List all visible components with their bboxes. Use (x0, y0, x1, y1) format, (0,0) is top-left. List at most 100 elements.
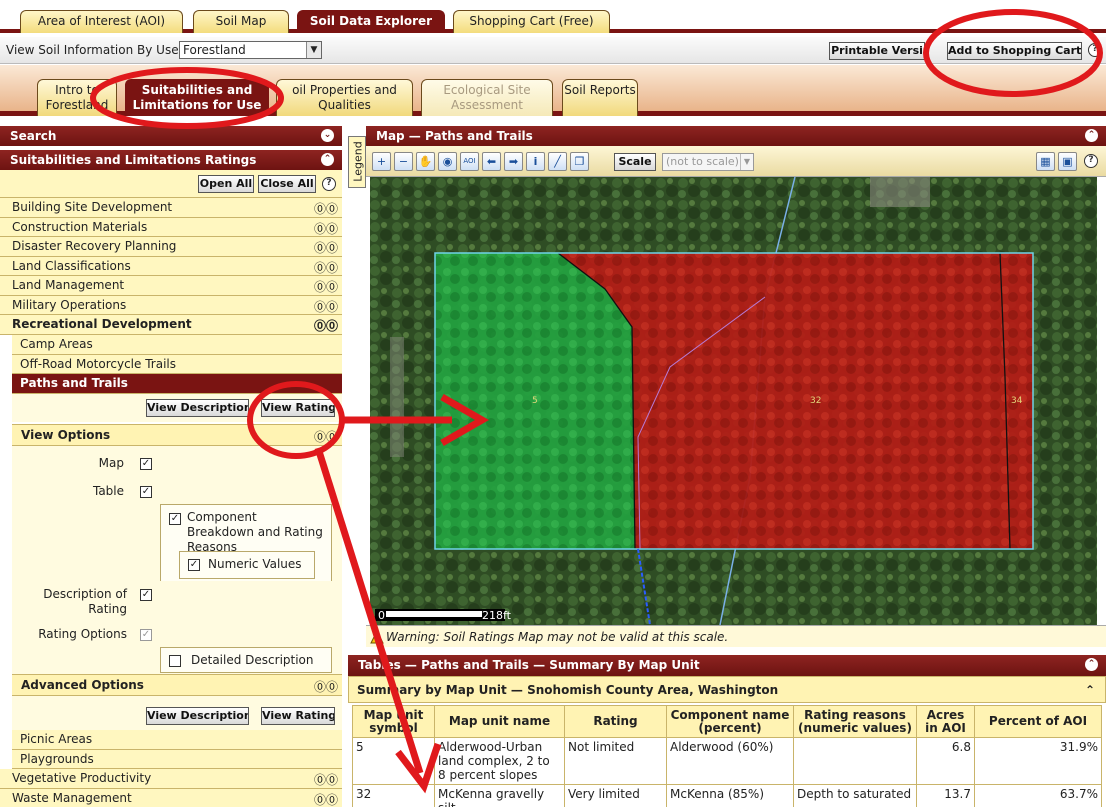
use-select-value: Forestland (183, 43, 246, 57)
tab-intro-forestland[interactable]: Intro to Forestland (37, 79, 117, 116)
category-waste-management[interactable]: Waste Management ⓪⓪ (0, 788, 342, 807)
export-image-icon[interactable]: ▣ (1058, 152, 1077, 171)
category-construction-materials[interactable]: Construction Materials ⓪⓪ (0, 217, 342, 239)
table-checkbox[interactable]: ✓ (140, 486, 152, 498)
help-expand-icon[interactable]: ⓪⓪ (314, 239, 338, 258)
legend-tab[interactable]: Legend (348, 136, 366, 188)
pan-hand-icon[interactable]: ✋ (416, 152, 435, 171)
map-checkbox[interactable]: ✓ (140, 458, 152, 470)
tab-soil-properties[interactable]: oil Properties and Qualities (276, 79, 413, 116)
aoi-icon[interactable]: AOI (460, 152, 479, 171)
category-disaster-recovery[interactable]: Disaster Recovery Planning ⓪⓪ (0, 237, 342, 257)
layout-icon[interactable]: ▦ (1036, 152, 1055, 171)
view-by-bar: View Soil Information By Use: Forestland… (0, 37, 1106, 64)
cell-name[interactable]: Alderwood-Urban land complex, 2 to 8 per… (434, 737, 565, 785)
add-to-cart-button[interactable]: Add to Shopping Cart (947, 42, 1082, 60)
help-expand-icon[interactable]: ⓪⓪ (314, 278, 338, 297)
advanced-options-header[interactable]: Advanced Options ⓪⓪ (12, 674, 342, 696)
chevron-up-icon[interactable]: ⌃ (1085, 129, 1098, 142)
printable-version-button[interactable]: Printable Versi (829, 42, 925, 60)
item-off-road-trails[interactable]: Off-Road Motorcycle Trails (12, 354, 342, 374)
tab-shopping-cart[interactable]: Shopping Cart (Free) (453, 10, 610, 33)
help-icon[interactable]: ? (322, 177, 336, 191)
chevron-down-icon[interactable]: ⌄ (321, 129, 334, 142)
help-expand-icon[interactable]: ⓪⓪ (314, 200, 338, 219)
globe-icon[interactable]: ◉ (438, 152, 457, 171)
help-expand-icon[interactable]: ⓪⓪ (314, 220, 338, 239)
detailed-description-label: Detailed Description (191, 653, 314, 667)
measure-icon[interactable]: ╱ (548, 152, 567, 171)
col-acres: Acres in AOI (916, 705, 975, 738)
collapse-icon[interactable]: ⌃ (1085, 677, 1095, 703)
category-label: Construction Materials (12, 219, 148, 234)
help-collapse-icon[interactable]: ⓪⓪ (314, 317, 338, 336)
chevron-up-icon[interactable]: ⌃ (321, 153, 334, 166)
cell-component: Alderwood (60%) (666, 737, 794, 785)
item-playgrounds[interactable]: Playgrounds (12, 749, 342, 769)
category-label: Land Management (12, 278, 125, 292)
view-description-button[interactable]: View Description (146, 399, 249, 417)
category-label: Military Operations (12, 297, 127, 312)
view-rating-button[interactable]: View Rating (261, 399, 335, 417)
help-collapse-icon[interactable]: ⓪⓪ (314, 428, 338, 445)
help-icon[interactable]: ? (1088, 43, 1102, 57)
ratings-header[interactable]: Suitabilities and Limitations Ratings ⌃ (0, 150, 342, 170)
soil-map-canvas[interactable]: 5 32 34 0 218ft (370, 177, 1097, 625)
back-arrow-icon[interactable]: ⬅ (482, 152, 501, 171)
numeric-values-checkbox[interactable]: ✓ (188, 559, 200, 571)
ratings-header-label: Suitabilities and Limitations Ratings (10, 153, 257, 167)
tab-soil-data-explorer[interactable]: Soil Data Explorer (297, 10, 445, 33)
tab-soil-reports[interactable]: Soil Reports (562, 79, 638, 116)
open-all-button[interactable]: Open All (198, 175, 254, 193)
scale-bar-start: 0 (378, 609, 385, 622)
cell-component: McKenna (85%) (666, 784, 794, 807)
cell-name[interactable]: McKenna gravelly silt (434, 784, 565, 807)
close-all-button[interactable]: Close All (258, 175, 316, 193)
use-select[interactable]: Forestland ▼ (179, 41, 322, 59)
help-expand-icon[interactable]: ⓪⓪ (314, 259, 338, 278)
item-paths-and-trails[interactable]: Paths and Trails (12, 374, 342, 394)
scale-button[interactable]: Scale (614, 153, 656, 171)
col-rating: Rating (564, 705, 667, 738)
help-expand-icon[interactable]: ⓪⓪ (314, 791, 338, 807)
component-breakdown-checkbox[interactable]: ✓ (169, 513, 181, 525)
search-header[interactable]: Search ⌄ (0, 126, 342, 146)
help-expand-icon[interactable]: ⓪⓪ (314, 678, 338, 695)
category-land-management[interactable]: Land Management ⓪⓪ (0, 276, 342, 296)
map-imagery (370, 177, 1097, 625)
info-icon[interactable]: i (526, 152, 545, 171)
item-picnic-areas[interactable]: Picnic Areas (12, 730, 342, 750)
chevron-down-icon[interactable]: ▼ (306, 42, 321, 58)
help-icon[interactable]: ? (1084, 154, 1098, 168)
chevron-up-icon[interactable]: ⌃ (1085, 658, 1098, 671)
forward-arrow-icon[interactable]: ➡ (504, 152, 523, 171)
detailed-description-checkbox[interactable] (169, 655, 181, 667)
view-options-header[interactable]: View Options ⓪⓪ (12, 424, 342, 446)
category-land-classifications[interactable]: Land Classifications ⓪⓪ (0, 256, 342, 278)
tab-soil-map[interactable]: Soil Map (193, 10, 289, 33)
scale-select[interactable]: (not to scale) ▼ (662, 153, 754, 171)
detailed-description-box: Detailed Description (160, 647, 332, 673)
help-expand-icon[interactable]: ⓪⓪ (314, 298, 338, 317)
category-military-operations[interactable]: Military Operations ⓪⓪ (0, 295, 342, 317)
cell-acres: 6.8 (916, 737, 975, 785)
category-recreational-development[interactable]: Recreational Development ⓪⓪ (0, 315, 342, 335)
item-camp-areas[interactable]: Camp Areas (12, 335, 342, 355)
category-vegetative-productivity[interactable]: Vegetative Productivity ⓪⓪ (0, 769, 342, 789)
description-of-rating-checkbox[interactable]: ✓ (140, 589, 152, 601)
zoom-in-icon[interactable]: + (372, 152, 391, 171)
cell-reasons (793, 737, 917, 785)
cell-symbol: 5 (352, 737, 435, 785)
help-expand-icon[interactable]: ⓪⓪ (314, 771, 338, 790)
map-warning-bar: ! Warning: Soil Ratings Map may not be v… (366, 625, 1106, 647)
view-rating-button-bottom[interactable]: View Rating (261, 707, 335, 725)
copy-icon[interactable]: ❐ (570, 152, 589, 171)
zoom-out-icon[interactable]: − (394, 152, 413, 171)
map-toolbar: + − ✋ ◉ AOI ⬅ ➡ i ╱ ❐ Scale (not to scal… (366, 146, 1106, 177)
view-description-button-bottom[interactable]: View Description (146, 707, 249, 725)
chevron-down-icon[interactable]: ▼ (740, 154, 753, 170)
category-building-site[interactable]: Building Site Development ⓪⓪ (0, 198, 342, 218)
tab-area-of-interest[interactable]: Area of Interest (AOI) (20, 10, 183, 33)
advanced-options-label: Advanced Options (21, 678, 144, 692)
tab-suitabilities-limitations[interactable]: Suitabilities and Limitations for Use (125, 79, 269, 116)
